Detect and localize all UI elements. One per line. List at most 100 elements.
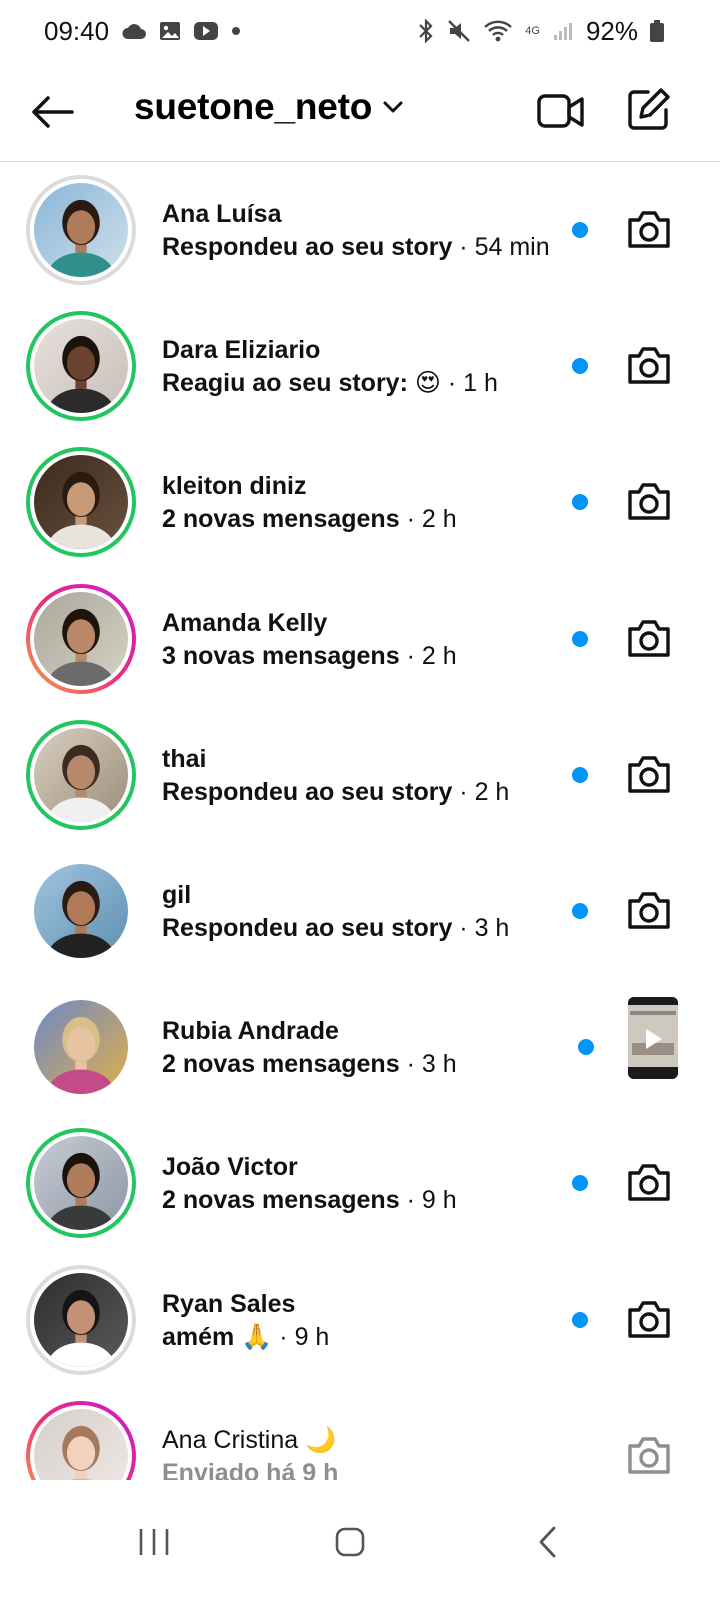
back-button[interactable] bbox=[28, 88, 76, 136]
unread-indicator bbox=[572, 1175, 588, 1192]
system-back-button[interactable] bbox=[518, 1512, 578, 1572]
video-thumbnail[interactable] bbox=[628, 997, 678, 1080]
camera-button[interactable] bbox=[626, 480, 672, 522]
camera-icon bbox=[628, 1164, 670, 1202]
message-preview: Respondeu ao seu story · 3 h bbox=[162, 913, 510, 942]
network-label: 4G bbox=[525, 24, 540, 37]
status-time: 09:40 bbox=[44, 15, 110, 46]
profile-photo bbox=[34, 1272, 128, 1367]
profile-photo bbox=[34, 591, 128, 686]
message-time: 3 h bbox=[421, 1050, 457, 1079]
camera-button[interactable] bbox=[626, 1298, 672, 1340]
camera-icon bbox=[628, 1436, 670, 1474]
message-preview: 3 novas mensagens · 2 h bbox=[162, 641, 457, 670]
contact-name: João Victor bbox=[162, 1153, 298, 1182]
conversation-row[interactable]: Amanda Kelly 3 novas mensagens · 2 h bbox=[0, 571, 720, 707]
camera-button[interactable] bbox=[626, 617, 672, 659]
video-call-button[interactable] bbox=[536, 88, 586, 136]
back-chevron-icon bbox=[539, 1526, 556, 1558]
message-time: 9 h bbox=[294, 1322, 330, 1351]
battery-icon bbox=[650, 20, 664, 42]
message-text: 2 novas mensagens bbox=[162, 1050, 400, 1079]
camera-button[interactable] bbox=[626, 753, 672, 795]
unread-indicator bbox=[572, 494, 588, 511]
contact-name: gil bbox=[162, 880, 192, 909]
message-preview: 2 novas mensagens · 3 h bbox=[162, 1050, 457, 1079]
camera-button[interactable] bbox=[626, 1434, 672, 1476]
system-nav-bar bbox=[0, 1480, 720, 1600]
message-time: 2 h bbox=[474, 777, 510, 806]
message-preview: 2 novas mensagens · 9 h bbox=[162, 1186, 457, 1215]
recent-apps-button[interactable] bbox=[124, 1512, 184, 1572]
message-text: Reagiu ao seu story: 😍 bbox=[162, 369, 441, 398]
camera-button[interactable] bbox=[626, 1161, 672, 1203]
bluetooth-icon bbox=[417, 19, 435, 43]
recent-apps-icon bbox=[139, 1529, 169, 1555]
avatar[interactable] bbox=[26, 992, 136, 1102]
camera-icon bbox=[628, 1300, 670, 1338]
profile-photo bbox=[34, 727, 128, 822]
back-arrow-icon bbox=[32, 96, 74, 128]
conversation-text: gil Respondeu ao seu story · 3 h bbox=[162, 879, 562, 945]
message-text: Respondeu ao seu story bbox=[162, 913, 453, 942]
unread-indicator bbox=[572, 222, 588, 238]
new-message-button[interactable] bbox=[626, 86, 672, 132]
status-right: 4G 92% bbox=[417, 16, 664, 47]
message-time: 2 h bbox=[421, 641, 457, 670]
message-time: 54 min bbox=[474, 233, 550, 261]
message-time: 9 h bbox=[421, 1186, 457, 1215]
conversation-row[interactable]: Ana Luísa Respondeu ao seu story · 54 mi… bbox=[0, 162, 720, 298]
conversation-row[interactable]: Dara Eliziario Reagiu ao seu story: 😍 · … bbox=[0, 298, 720, 434]
dot-icon bbox=[231, 26, 241, 36]
home-icon bbox=[335, 1527, 365, 1557]
avatar[interactable] bbox=[26, 1128, 136, 1239]
camera-icon bbox=[628, 756, 670, 793]
contact-name: Amanda Kelly bbox=[162, 608, 328, 637]
contact-name: Ryan Sales bbox=[162, 1289, 296, 1318]
avatar[interactable] bbox=[26, 175, 136, 285]
contact-name: Rubia Andrade bbox=[162, 1017, 339, 1046]
profile-photo bbox=[34, 319, 128, 414]
message-preview: Reagiu ao seu story: 😍 · 1 h bbox=[162, 369, 498, 398]
conversation-row[interactable]: Rubia Andrade 2 novas mensagens · 3 h bbox=[0, 979, 720, 1115]
conversation-text: Ana Luísa Respondeu ao seu story · 54 mi… bbox=[162, 198, 562, 264]
message-preview: amém 🙏 · 9 h bbox=[162, 1322, 330, 1351]
home-button[interactable] bbox=[320, 1512, 380, 1572]
avatar[interactable] bbox=[26, 856, 136, 966]
message-time: 1 h bbox=[463, 369, 498, 398]
cloud-icon bbox=[121, 22, 147, 40]
status-left: 09:40 bbox=[44, 16, 241, 47]
message-preview: Respondeu ao seu story · 54 min bbox=[162, 233, 550, 261]
contact-name: Ana Cristina 🌙 bbox=[162, 1425, 337, 1454]
profile-photo bbox=[34, 863, 128, 958]
profile-photo bbox=[34, 1408, 128, 1480]
camera-button[interactable] bbox=[626, 344, 672, 386]
camera-button[interactable] bbox=[626, 889, 672, 931]
avatar[interactable] bbox=[26, 1400, 136, 1480]
profile-photo bbox=[34, 1136, 128, 1231]
contact-name: Dara Eliziario bbox=[162, 336, 321, 365]
avatar[interactable] bbox=[26, 1264, 136, 1375]
message-preview: Enviado há 9 h bbox=[162, 1456, 562, 1480]
conversation-row[interactable]: Ana Cristina 🌙 Enviado há 9 h bbox=[0, 1388, 720, 1480]
profile-photo bbox=[34, 183, 128, 277]
camera-button[interactable] bbox=[626, 208, 672, 250]
avatar[interactable] bbox=[26, 311, 136, 422]
conversation-row[interactable]: thai Respondeu ao seu story · 2 h bbox=[0, 707, 720, 843]
avatar[interactable] bbox=[26, 583, 136, 694]
camera-icon bbox=[628, 347, 670, 384]
conversation-row[interactable]: Ryan Sales amém 🙏 · 9 h bbox=[0, 1252, 720, 1388]
conversation-text: Amanda Kelly 3 novas mensagens · 2 h bbox=[162, 607, 562, 673]
conversation-row[interactable]: kleiton diniz 2 novas mensagens · 2 h bbox=[0, 434, 720, 570]
page-title: suetone_neto bbox=[134, 86, 373, 127]
avatar[interactable] bbox=[26, 719, 136, 830]
avatar[interactable] bbox=[26, 447, 136, 558]
conversation-row[interactable]: João Victor 2 novas mensagens · 9 h bbox=[0, 1115, 720, 1251]
contact-name: kleiton diniz bbox=[162, 472, 307, 501]
account-switcher[interactable]: suetone_neto bbox=[134, 86, 404, 128]
conversation-row[interactable]: gil Respondeu ao seu story · 3 h bbox=[0, 843, 720, 979]
message-preview: 2 novas mensagens · 2 h bbox=[162, 505, 457, 534]
contact-name: Ana Luísa bbox=[162, 200, 282, 228]
camera-icon bbox=[628, 619, 670, 657]
contact-name: thai bbox=[162, 744, 207, 773]
